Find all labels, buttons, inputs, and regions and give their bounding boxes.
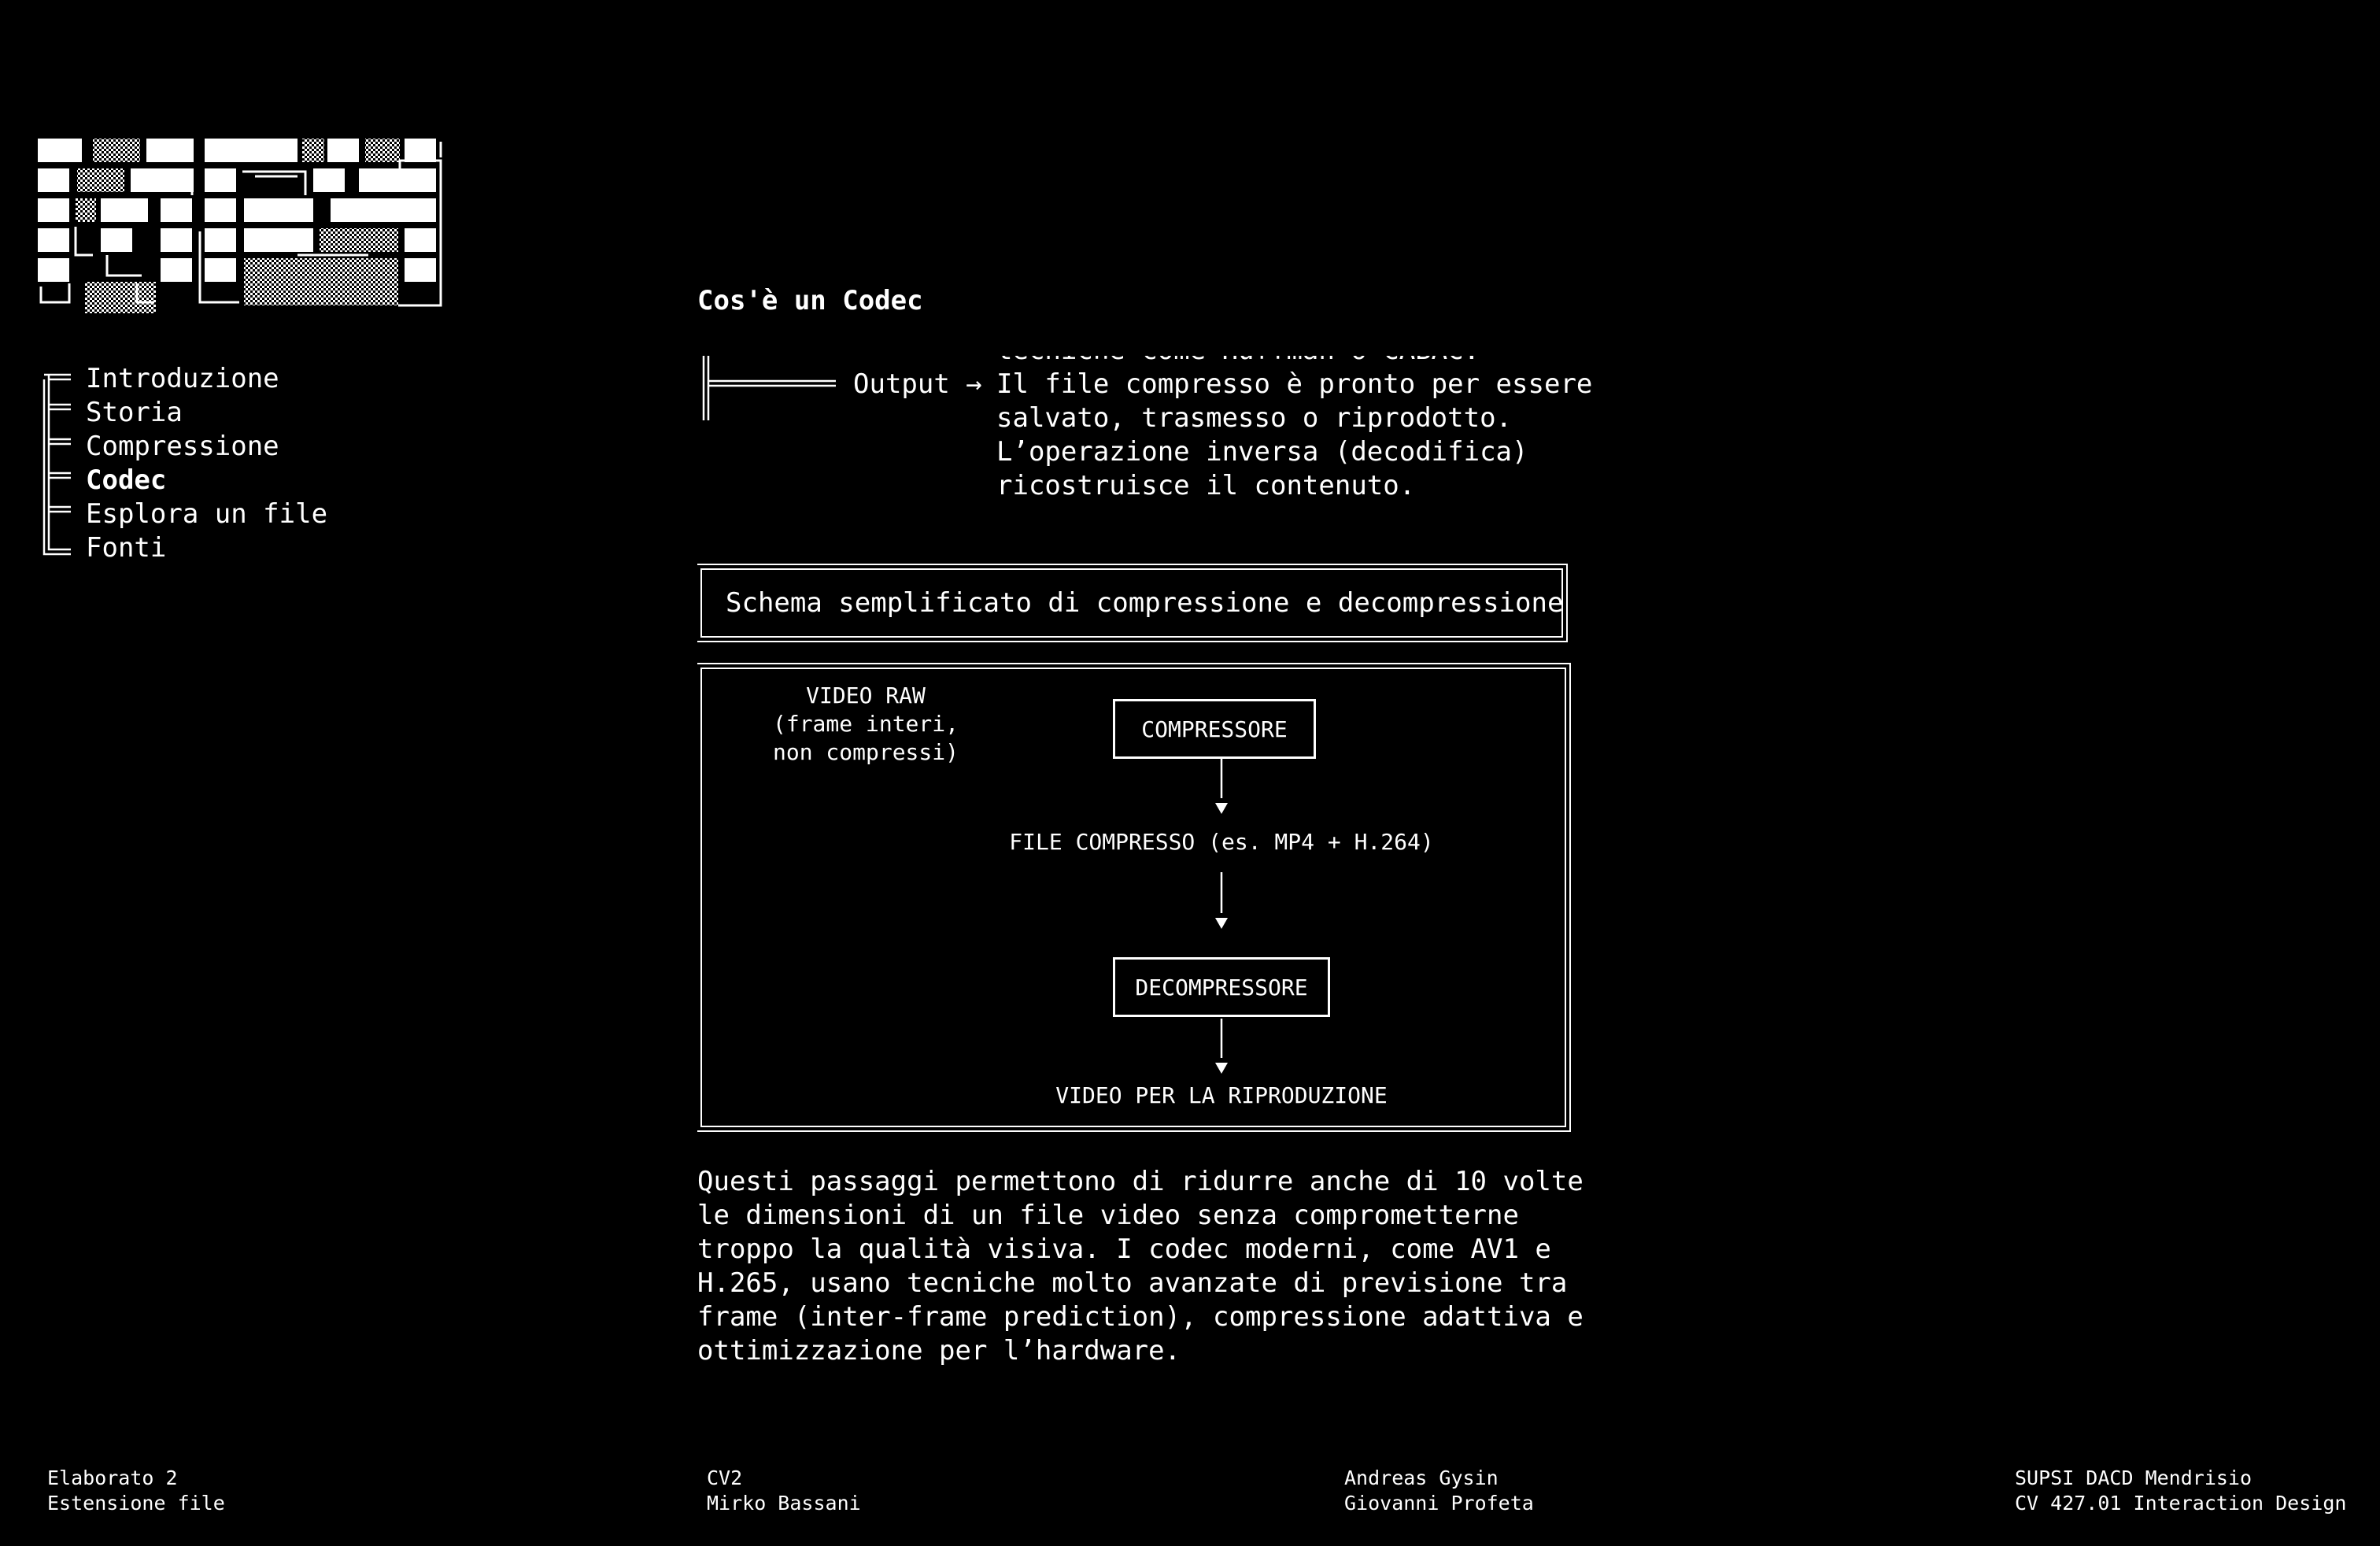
step-text: tecniche come Huffman o CABAC.Il file co… [996,356,1593,501]
footer-project: Elaborato 2 Estensione file [47,1466,225,1515]
footer-teachers: Andreas Gysin Giovanni Profeta [1344,1466,1534,1515]
diagram-caption-box: Schema semplificato di compressione e de… [697,564,1568,642]
logo [38,139,442,313]
footer-school: SUPSI DACD Mendrisio CV 427.01 Interacti… [2015,1466,2347,1515]
nav-item-fonti[interactable]: Fonti [86,531,419,565]
footer-author: CV2 Mirko Bassani [707,1466,861,1515]
nav-item-introduzione[interactable]: Introduzione [86,362,419,396]
compressed-file-label: FILE COMPRESSO (es. MP4 + H.264) [1009,829,1434,855]
step-tree-lines [702,356,836,420]
section-title: Cos'è un Codec [697,285,923,316]
body-paragraph: Questi passaggi permettono di ridurre an… [697,1166,1584,1367]
output-video-label: VIDEO PER LA RIPRODUZIONE [1055,1082,1388,1108]
nav-tree-lines [42,373,71,556]
nav-item-storia[interactable]: Storia [86,396,419,430]
compression-diagram: VIDEO RAW (frame interi, non compressi) … [697,663,1571,1132]
step-label: Output → [853,368,982,400]
content-scroll-area[interactable]: Output → tecniche come Huffman o CABAC.I… [697,356,1595,1379]
video-raw-label: VIDEO RAW (frame interi, non compressi) [772,682,959,765]
decompressor-label: DECOMPRESSORE [1135,974,1308,1000]
output-step: Output → tecniche come Huffman o CABAC.I… [697,356,1595,521]
compressor-box: COMPRESSORE [1113,699,1316,759]
diagram-caption: Schema semplificato di compressione e de… [726,587,1564,619]
decompressor-box: DECOMPRESSORE [1113,957,1330,1017]
nav-item-esplora-un-file[interactable]: Esplora un file [86,497,419,531]
nav-item-compressione[interactable]: Compressione [86,430,419,464]
compressor-label: COMPRESSORE [1141,716,1288,742]
sidebar-nav: Introduzione Storia Compressione Codec E… [41,362,419,565]
nav-item-codec[interactable]: Codec [86,464,419,497]
